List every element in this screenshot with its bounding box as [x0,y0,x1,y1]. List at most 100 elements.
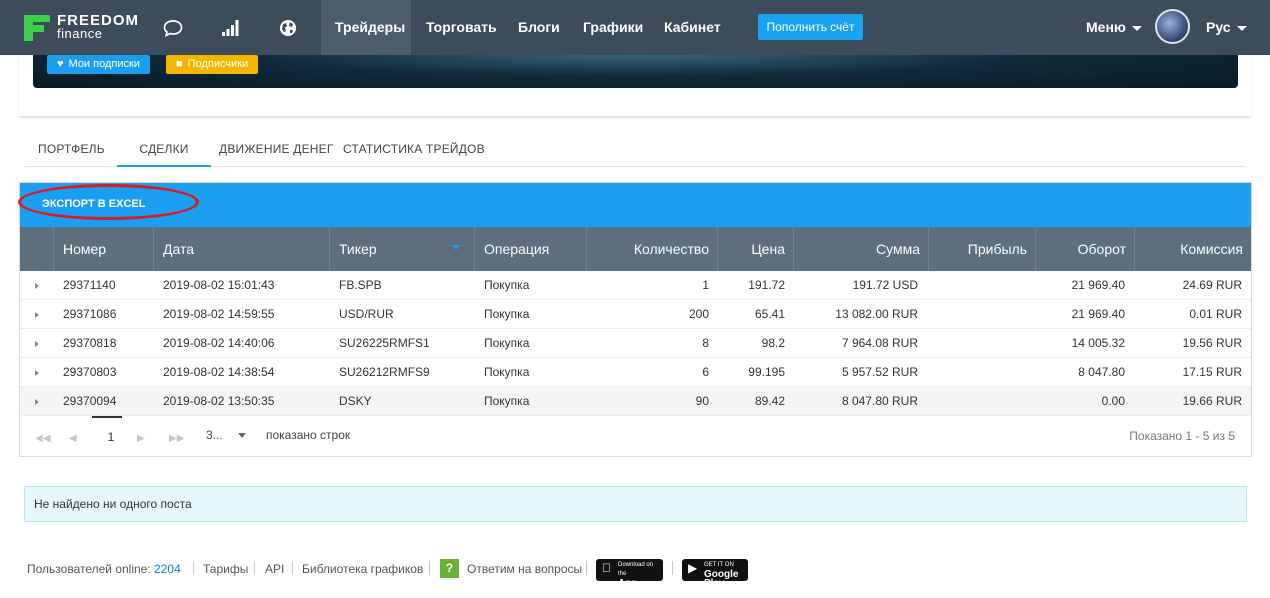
nav-traders[interactable]: Трейдеры [321,0,411,55]
my-subscriptions-button[interactable]: ♥ Мои подписки [47,55,150,74]
footer: Пользователей online: 2204 Тарифы API Би… [27,556,1247,598]
tab-money-movement[interactable]: ДВИЖЕНИЕ ДЕНЕГ [219,131,334,167]
question-icon: ? [440,559,459,578]
cell-quantity: 1 [702,278,709,292]
deals-grid: ЭКСПОРТ В EXCEL Номер Дата Тикер Операци… [18,182,1252,457]
tab-deals[interactable]: СДЕЛКИ [117,131,211,167]
column-header-profit[interactable]: Прибыль [928,227,1035,271]
divider [292,561,293,575]
pager-info: Показано 1 - 5 из 5 [1129,429,1235,443]
last-page-icon[interactable]: ▶▶ [169,433,184,444]
prev-page-icon[interactable]: ◀ [69,433,77,444]
column-header-turnover[interactable]: Оборот [1035,227,1134,271]
topup-account-button[interactable]: Пополнить счёт [758,14,863,40]
cell-fee: 24.69 RUR [1182,278,1242,292]
footer-link-qa[interactable]: Ответим на вопросы [467,562,582,576]
chat-icon[interactable] [162,17,184,39]
column-header-sum[interactable]: Сумма [793,227,928,271]
profile-banner: ♥ Мои подписки ■ Подписчики [33,55,1238,88]
column-header-quantity[interactable]: Количество [586,227,717,271]
app-store-badge[interactable]:  Download on the App Store [596,559,663,598]
column-header-price[interactable]: Цена [717,227,793,271]
cell-price: 89.42 [754,394,785,408]
cell-turnover: 21 969.40 [1071,307,1125,321]
nav-charts[interactable]: Графики [569,0,657,55]
table-row[interactable]: 29371140 2019-08-02 15:01:43 FB.SPB Поку… [20,271,1251,300]
cell-sum: 13 082.00 RUR [835,307,918,321]
tab-trade-statistics[interactable]: СТАТИСТИКА ТРЕЙДОВ [343,131,485,167]
cell-quantity: 90 [695,394,709,408]
expand-row-icon[interactable] [35,283,39,289]
cell-sum: 7 964.08 RUR [841,336,918,350]
menu-label: Меню [1086,19,1126,35]
cell-operation: Покупка [484,336,530,350]
table-row[interactable]: 29370094 2019-08-02 13:50:35 DSKY Покупк… [20,387,1251,416]
column-header-operation[interactable]: Операция [474,227,586,271]
divider [429,561,430,575]
column-header-number[interactable]: Номер [53,227,153,271]
app-store-small-text: Download on the [618,562,654,577]
google-play-label: Google Play [704,569,739,589]
cell-turnover: 0.00 [1101,394,1125,408]
expand-row-icon[interactable] [35,341,39,347]
nav-cabinet[interactable]: Кабинет [650,0,735,55]
cell-price: 98.2 [761,336,785,350]
page-number[interactable]: 1 [104,430,118,444]
footer-link-tariffs[interactable]: Тарифы [203,562,248,576]
cell-profit [928,387,1027,416]
play-icon: ▶ [688,561,698,575]
cell-profit [928,329,1027,358]
cell-date: 2019-08-02 14:40:06 [163,336,275,350]
avatar[interactable] [1155,9,1190,44]
cell-turnover: 14 005.32 [1071,336,1125,350]
cell-number: 29370818 [63,336,117,350]
cell-ticker: SU26212RMFS9 [339,365,430,379]
nav-trade[interactable]: Торговать [412,0,511,55]
expand-row-icon[interactable] [35,312,39,318]
top-navbar: FREEDOM finance Трейдеры Торговать Блоги… [0,0,1270,55]
table-row[interactable]: 29370803 2019-08-02 14:38:54 SU26212RMFS… [20,358,1251,387]
chevron-down-icon[interactable] [238,433,246,438]
profile-banner-card: ♥ Мои подписки ■ Подписчики [19,55,1251,117]
cell-fee: 0.01 RUR [1189,307,1242,321]
globe-icon[interactable] [277,17,299,39]
apple-icon:  [602,562,611,574]
nav-blogs[interactable]: Блоги [504,0,574,55]
cell-quantity: 6 [702,365,709,379]
cell-date: 2019-08-02 15:01:43 [163,278,275,292]
language-dropdown[interactable]: Рус [1206,0,1247,55]
cell-price: 99.195 [748,365,785,379]
cell-date: 2019-08-02 14:38:54 [163,365,275,379]
divider [254,561,255,575]
users-icon: ■ [176,58,183,70]
footer-link-api[interactable]: API [265,562,284,576]
brand-name[interactable]: FREEDOM finance [57,13,139,40]
next-page-icon[interactable]: ▶ [137,433,145,444]
menu-dropdown[interactable]: Меню [1086,0,1142,55]
cell-fee: 19.56 RUR [1182,336,1242,350]
column-header-date[interactable]: Дата [153,227,329,271]
tab-portfolio[interactable]: ПОРТФЕЛЬ [38,131,105,167]
table-row[interactable]: 29371086 2019-08-02 14:59:55 USD/RUR Пок… [20,300,1251,329]
no-posts-alert: Не найдено ни одного поста [24,486,1247,522]
signal-bars-icon[interactable] [220,17,242,39]
cell-ticker: SU26225RMFS1 [339,336,430,350]
cell-number: 29371086 [63,307,117,321]
column-header-fee[interactable]: Комиссия [1134,227,1251,271]
page-size-select[interactable]: 3... [206,428,223,442]
expand-row-icon[interactable] [35,399,39,405]
cell-price: 65.41 [754,307,785,321]
google-play-badge[interactable]: ▶ GET IT ON Google Play [682,559,748,589]
online-users-count[interactable]: 2204 [154,562,181,576]
chevron-down-icon [1131,25,1142,31]
online-users: Пользователей online: 2204 [27,562,181,576]
footer-link-chart-library[interactable]: Библиотека графиков [302,562,423,576]
followers-button[interactable]: ■ Подписчики [166,55,259,74]
cell-sum: 5 957.52 RUR [841,365,918,379]
table-row[interactable]: 29370818 2019-08-02 14:40:06 SU26225RMFS… [20,329,1251,358]
cell-ticker: FB.SPB [339,278,382,292]
freedom-logo-icon[interactable] [22,13,52,43]
first-page-icon[interactable]: ◀◀ [35,433,50,444]
cell-quantity: 8 [702,336,709,350]
expand-row-icon[interactable] [35,370,39,376]
